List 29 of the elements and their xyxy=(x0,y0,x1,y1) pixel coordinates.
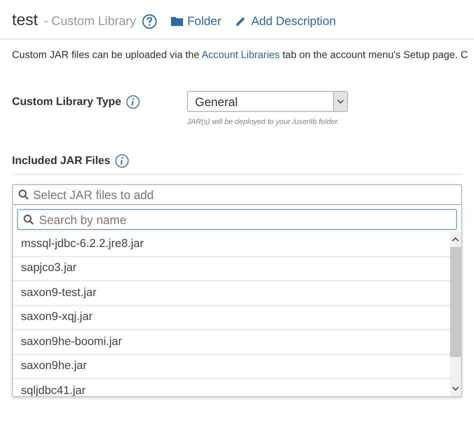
info-icon[interactable] xyxy=(115,154,130,168)
page-subtitle: - Custom Library xyxy=(44,14,136,28)
help-icon[interactable] xyxy=(142,14,158,28)
section-label: Included JAR Files xyxy=(12,155,110,167)
folder-link[interactable]: Folder xyxy=(171,14,222,28)
jar-select-field[interactable]: Select JAR files to add xyxy=(12,184,462,205)
intro-text: Custom JAR files can be uploaded via the Account Libraries tab on the account menu's Setup page. C xyxy=(11,49,469,63)
edit-link[interactable]: Add Description xyxy=(235,14,336,28)
page-title: test xyxy=(12,12,38,30)
placeholder-text: Select JAR files to add xyxy=(33,188,154,202)
jar-option[interactable]: saxon9-xqj.jar xyxy=(13,306,450,330)
library-type-select[interactable]: General xyxy=(187,91,348,112)
jar-option[interactable]: sapjco3.jar xyxy=(13,256,450,281)
info-icon[interactable] xyxy=(126,94,140,108)
search-field[interactable]: Search by name xyxy=(17,209,457,230)
scroll-up-icon[interactable] xyxy=(452,237,459,242)
jar-option[interactable]: saxon9he.jar xyxy=(13,354,450,379)
caret-icon xyxy=(337,99,344,104)
pencil-icon xyxy=(235,16,248,26)
scroll-down-icon[interactable] xyxy=(452,386,459,391)
folder-icon xyxy=(171,16,184,26)
search-icon xyxy=(18,189,29,200)
field-label: Custom Library Type xyxy=(12,96,122,108)
jar-option[interactable]: mssql-jdbc-6.2.2.jre8.jar xyxy=(13,232,450,256)
search-icon xyxy=(23,214,34,225)
jar-option[interactable]: saxon9he-boomi.jar xyxy=(13,330,450,354)
scrollbar[interactable] xyxy=(450,232,461,396)
jar-option[interactable]: saxon9-test.jar xyxy=(13,281,450,306)
account-libraries-link[interactable]: Account Libraries xyxy=(202,50,280,61)
